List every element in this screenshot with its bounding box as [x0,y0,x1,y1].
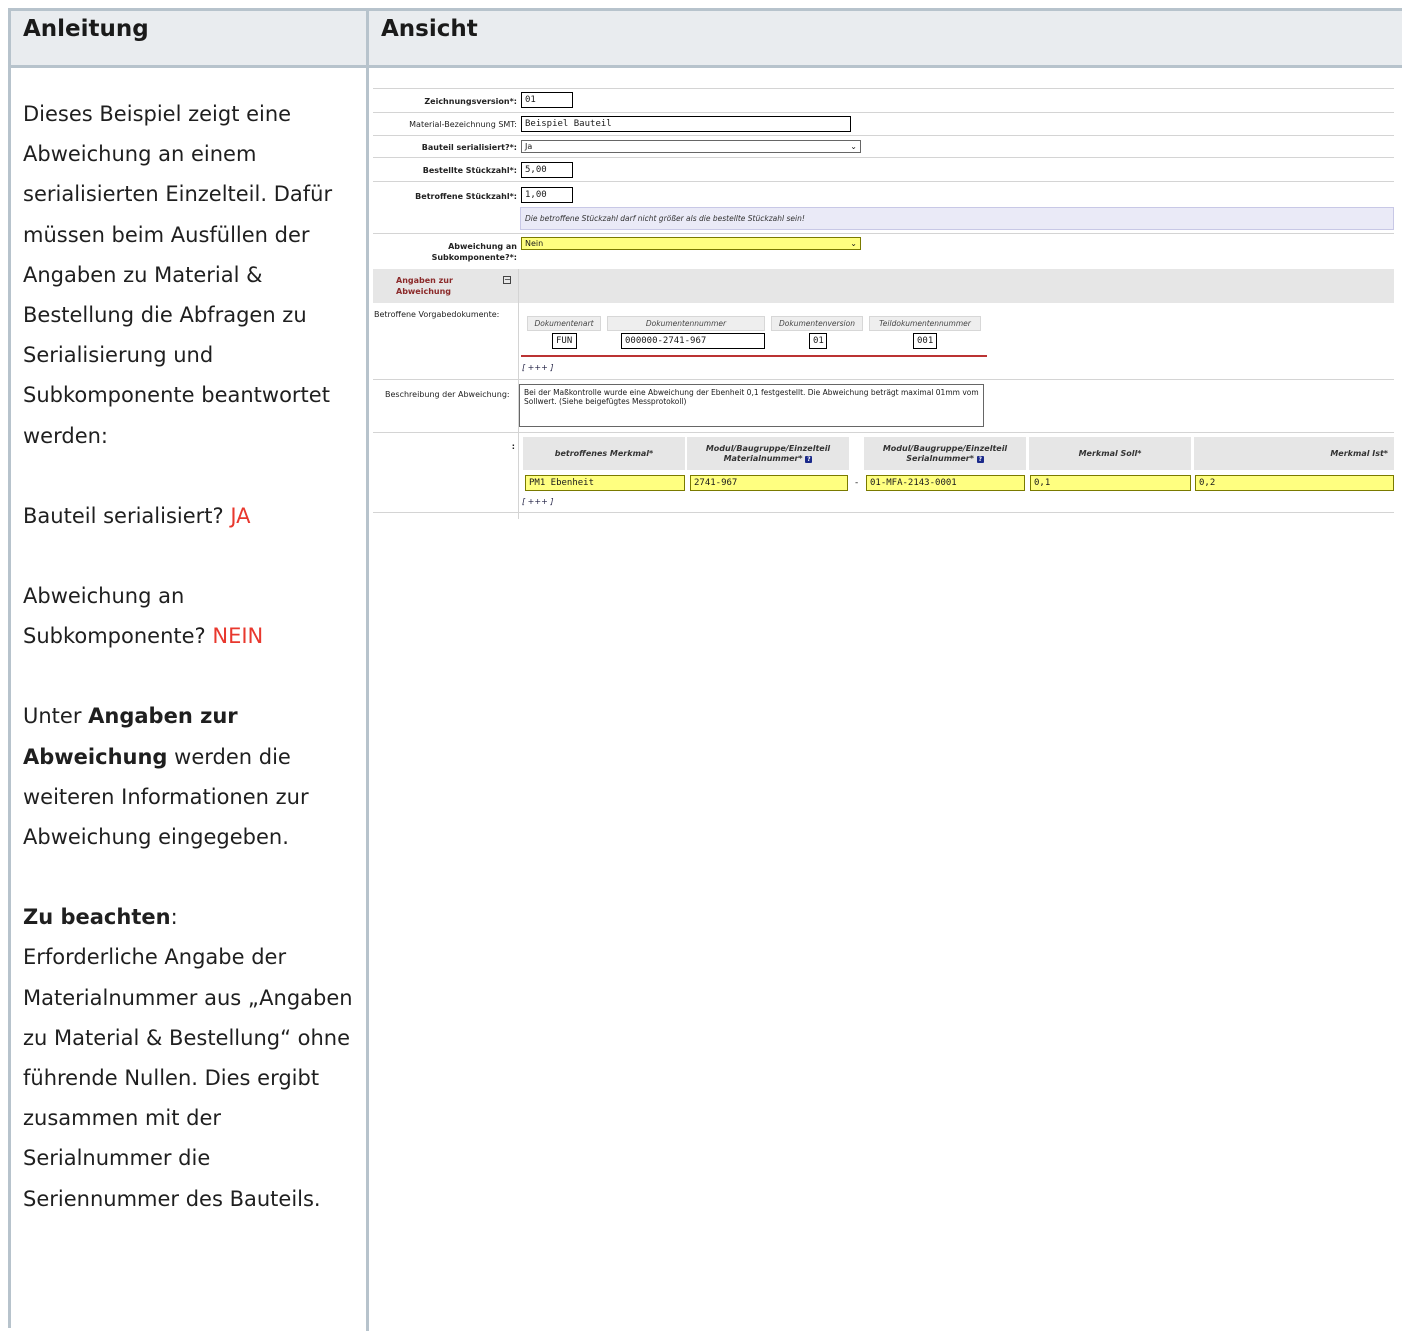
help-icon[interactable]: ? [805,455,813,463]
header-merkmal-soll: Merkmal Soll* [1029,437,1191,470]
title-line: Abweichung [396,287,452,296]
question-text: Abweichung an Subkomponente? [23,584,213,649]
note-paragraph: Zu beachten: Erforderliche Angabe der Mat… [23,897,358,1219]
dash-separator: - [855,478,859,488]
merkmal-input[interactable]: PM1 Ebenheit [525,475,685,491]
select-value: Ja [525,142,533,151]
note-text: Erforderliche Angabe der Materialnummer … [23,945,353,1211]
add-merkmal-link[interactable]: [ +++ ] [522,497,553,506]
row-divider [373,379,1394,380]
row-divider [373,432,1394,433]
row-divider [373,88,1394,89]
teildokumentennummer-input[interactable]: 001 [913,333,937,349]
abweichung-subkomponente-select[interactable]: Nein ⌄ [521,237,861,250]
bestellte-stueckzahl-label: Bestellte Stückzahl*: [422,166,517,175]
header-dokumentennummer: Dokumentennummer [607,316,765,331]
header-text: Modul/Baugruppe/Einzelteil Serialnummer* [882,443,1008,463]
answer-nein: NEIN [212,624,264,649]
label-line: Subkomponente?*: [431,253,517,262]
material-bezeichnung-input[interactable]: Beispiel Bauteil [521,116,851,132]
section-angaben-zur-abweichung: Angaben zur Abweichung − [373,269,1394,303]
row-divider [373,157,1394,158]
row-divider [373,135,1394,136]
merkmale-label: : [511,442,515,451]
row-divider [373,181,1394,182]
header-dokumentenart: Dokumentenart [527,316,601,331]
abweichung-subkomponente-label: Abweichung an Subkomponente?*: [373,241,517,263]
betroffene-stueckzahl-input[interactable]: 1,00 [521,187,573,203]
header-divider [11,65,1402,68]
select-value: Nein [525,239,544,248]
hint-message: Die betroffene Stückzahl darf nicht größ… [520,207,1394,230]
section-title: Angaben zur Abweichung [396,275,453,297]
title-line: Angaben zur [396,276,453,285]
zeichnungsversion-label: Zeichnungsversion*: [424,97,517,106]
header-betroffenes-merkmal: betroffenes Merkmal* [523,437,685,470]
header-teildokumentennummer: Teildokumentennummer [869,316,981,331]
merkmal-ist-input[interactable]: 0,2 [1195,475,1394,491]
row-divider [373,512,1394,513]
row-divider [373,112,1394,113]
header-ansicht: Ansicht [369,11,1402,65]
row-divider [373,233,1394,234]
chevron-down-icon: ⌄ [850,142,857,151]
materialnummer-input[interactable]: 2741-967 [690,475,848,491]
text-fragment: Unter [23,704,89,729]
beschreibung-textarea[interactable]: Bei der Maßkontrolle wurde eine Abweichu… [519,384,984,427]
instructions-text: Dieses Beispiel zeigt eine Abweichung an… [23,94,358,1219]
bestellte-stueckzahl-input[interactable]: 5,00 [521,162,573,178]
beschreibung-label: Beschreibung der Abweichung: [385,390,510,399]
zeichnungsversion-input[interactable]: 01 [521,92,573,108]
betroffene-stueckzahl-label: Betroffene Stückzahl*: [415,192,517,201]
answer-ja: JA [230,503,251,528]
header-serialnummer: Modul/Baugruppe/Einzelteil Serialnummer*… [864,437,1026,470]
question-subkomponente: Abweichung an Subkomponente? NEIN [23,576,358,656]
question-text: Bauteil serialisiert? [23,503,231,528]
material-bezeichnung-label: Material-Bezeichnung SMT: [409,120,517,129]
header-merkmal-ist: Merkmal Ist* [1194,437,1394,470]
merkmal-soll-input[interactable]: 0,1 [1030,475,1191,491]
separator-line [521,355,987,357]
bauteil-serialisiert-select[interactable]: Ja ⌄ [521,140,861,153]
vorgabedokumente-label: Betroffene Vorgabedokumente: [374,310,500,319]
help-icon[interactable]: ? [976,455,984,463]
column-divider [366,11,369,1331]
dokumentenversion-input[interactable]: 01 [809,333,827,349]
header-materialnummer: Modul/Baugruppe/Einzelteil Materialnumme… [687,437,849,470]
add-document-link[interactable]: [ +++ ] [522,363,553,372]
section-paragraph: Unter Angaben zur Abweichung werden die … [23,696,358,857]
chevron-down-icon: ⌄ [850,239,857,248]
dokumentenart-input[interactable]: FUN [552,333,577,349]
question-serialisiert: Bauteil serialisiert? JA [23,496,358,536]
serialnummer-input[interactable]: 01-MFA-2143-0001 [866,475,1025,491]
dokumentennummer-input[interactable]: 000000-2741-967 [621,333,765,349]
label-line: Abweichung an [448,242,517,251]
note-heading: Zu beachten [23,905,171,930]
header-dokumentenversion: Dokumentenversion [771,316,863,331]
collapse-icon[interactable]: − [503,276,511,284]
bauteil-serialisiert-label: Bauteil serialisiert?*: [421,143,517,152]
text-fragment: : [170,905,178,930]
intro-paragraph: Dieses Beispiel zeigt eine Abweichung an… [23,102,333,448]
header-anleitung: Anleitung [11,11,366,65]
form-screenshot: Zeichnungsversion*: 01 Material-Bezeichn… [373,82,1394,522]
